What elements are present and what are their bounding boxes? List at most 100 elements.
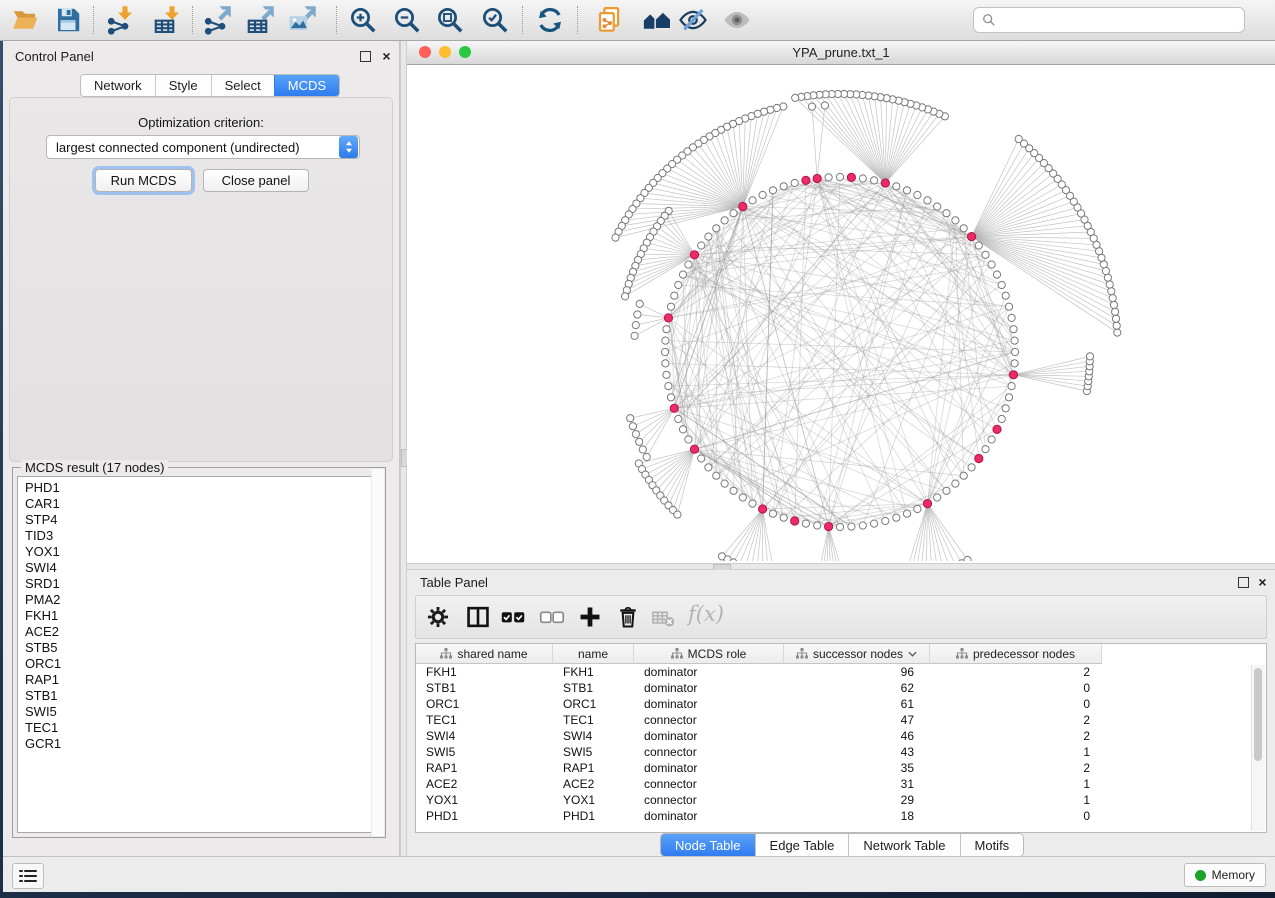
table-cell[interactable]: RAP1 xyxy=(553,760,634,776)
table-row[interactable]: ACE2ACE2connector311 xyxy=(416,776,1266,792)
table-cell[interactable]: SWI5 xyxy=(553,744,634,760)
table-cell[interactable]: 1 xyxy=(930,744,1102,760)
show-all-icon[interactable] xyxy=(722,5,752,35)
table-cell[interactable]: ACE2 xyxy=(416,776,553,792)
table-cell[interactable]: STB1 xyxy=(553,680,634,696)
mcds-result-list[interactable]: PHD1CAR1STP4TID3YOX1SWI4SRD1PMA2FKH1ACE2… xyxy=(17,476,381,833)
table-cell[interactable] xyxy=(1102,776,1266,792)
table-cell[interactable]: 62 xyxy=(784,680,930,696)
horizontal-splitter[interactable] xyxy=(407,563,1275,570)
table-cell[interactable]: 2 xyxy=(930,760,1102,776)
table-cell[interactable]: connector xyxy=(634,792,784,808)
zoom-in-icon[interactable] xyxy=(348,5,378,35)
column-header-shared-name[interactable]: shared name xyxy=(416,644,553,664)
zoom-selected-icon[interactable] xyxy=(480,5,510,35)
mcds-result-item[interactable]: ORC1 xyxy=(25,656,380,672)
table-cell[interactable]: dominator xyxy=(634,696,784,712)
mcds-result-item[interactable]: TEC1 xyxy=(25,720,380,736)
close-panel-icon[interactable]: × xyxy=(1257,577,1268,588)
export-image-icon[interactable] xyxy=(287,5,317,35)
table-cell[interactable]: ORC1 xyxy=(553,696,634,712)
column-header-predecessor-nodes[interactable]: predecessor nodes xyxy=(930,644,1102,664)
table-cell[interactable]: 1 xyxy=(930,776,1102,792)
table-cell[interactable]: 47 xyxy=(784,712,930,728)
table-cell[interactable]: 96 xyxy=(784,664,930,680)
table-cell[interactable]: 2 xyxy=(930,712,1102,728)
table-row[interactable]: TEC1TEC1connector472 xyxy=(416,712,1266,728)
table-row[interactable]: RAP1RAP1dominator352 xyxy=(416,760,1266,776)
table-cell[interactable]: 43 xyxy=(784,744,930,760)
close-panel-button[interactable]: Close panel xyxy=(203,169,309,192)
network-view-canvas[interactable] xyxy=(407,64,1273,561)
table-cell[interactable]: 1 xyxy=(930,792,1102,808)
mcds-result-item[interactable]: YOX1 xyxy=(25,544,380,560)
vertical-splitter[interactable] xyxy=(400,41,407,856)
table-cell[interactable]: ACE2 xyxy=(553,776,634,792)
export-table-icon[interactable] xyxy=(245,5,275,35)
scrollbar-thumb[interactable] xyxy=(1254,668,1262,761)
table-cell[interactable]: RAP1 xyxy=(416,760,553,776)
table-row[interactable]: PHD1PHD1dominator180 xyxy=(416,808,1266,824)
mcds-result-item[interactable]: STB5 xyxy=(25,640,380,656)
tab-network-table[interactable]: Network Table xyxy=(848,834,959,856)
import-table-icon[interactable] xyxy=(152,5,182,35)
table-cell[interactable] xyxy=(1102,664,1266,680)
float-window-icon[interactable] xyxy=(360,51,371,62)
hide-selected-icon[interactable] xyxy=(678,5,708,35)
table-cell[interactable]: dominator xyxy=(634,680,784,696)
tab-mcds[interactable]: MCDS xyxy=(274,75,339,96)
mcds-result-item[interactable]: SWI4 xyxy=(25,560,380,576)
table-cell[interactable] xyxy=(1102,760,1266,776)
mcds-result-item[interactable]: FKH1 xyxy=(25,608,380,624)
table-cell[interactable]: 31 xyxy=(784,776,930,792)
criterion-select[interactable]: largest connected component (undirected) xyxy=(46,135,360,159)
table-cell[interactable] xyxy=(1102,728,1266,744)
deselect-all-icon[interactable] xyxy=(539,604,565,630)
table-cell[interactable]: 0 xyxy=(930,680,1102,696)
table-cell[interactable]: FKH1 xyxy=(553,664,634,680)
select-all-icon[interactable] xyxy=(500,604,526,630)
mcds-result-item[interactable]: TID3 xyxy=(25,528,380,544)
table-cell[interactable] xyxy=(1102,712,1266,728)
column-header-name[interactable]: name xyxy=(553,644,634,664)
table-cell[interactable]: 0 xyxy=(930,808,1102,824)
table-cell[interactable] xyxy=(1102,792,1266,808)
network-window-titlebar[interactable]: YPA_prune.txt_1 xyxy=(407,41,1275,65)
import-network-icon[interactable] xyxy=(105,5,135,35)
mcds-result-item[interactable]: STP4 xyxy=(25,512,380,528)
table-scrollbar[interactable] xyxy=(1251,665,1265,831)
task-history-button[interactable] xyxy=(12,863,44,889)
export-network-icon[interactable] xyxy=(202,5,232,35)
toggle-panes-icon[interactable] xyxy=(465,604,491,630)
run-mcds-button[interactable]: Run MCDS xyxy=(95,169,192,192)
add-column-icon[interactable] xyxy=(577,604,603,630)
table-cell[interactable]: dominator xyxy=(634,760,784,776)
table-cell[interactable]: TEC1 xyxy=(553,712,634,728)
mcds-result-item[interactable]: STB1 xyxy=(25,688,380,704)
float-window-icon[interactable] xyxy=(1238,577,1249,588)
mcds-result-item[interactable]: ACE2 xyxy=(25,624,380,640)
table-row[interactable]: SWI5SWI5connector431 xyxy=(416,744,1266,760)
mcds-result-item[interactable]: PMA2 xyxy=(25,592,380,608)
table-cell[interactable]: 46 xyxy=(784,728,930,744)
table-cell[interactable] xyxy=(1102,680,1266,696)
settings-gear-icon[interactable] xyxy=(425,604,451,630)
table-cell[interactable]: YOX1 xyxy=(416,792,553,808)
table-cell[interactable]: connector xyxy=(634,712,784,728)
table-cell[interactable]: 29 xyxy=(784,792,930,808)
table-row[interactable]: ORC1ORC1dominator610 xyxy=(416,696,1266,712)
table-cell[interactable]: TEC1 xyxy=(416,712,553,728)
table-cell[interactable] xyxy=(1102,744,1266,760)
table-cell[interactable]: SWI4 xyxy=(416,728,553,744)
delete-columns-icon[interactable] xyxy=(615,604,641,630)
table-cell[interactable]: PHD1 xyxy=(416,808,553,824)
table-cell[interactable]: dominator xyxy=(634,664,784,680)
table-cell[interactable] xyxy=(1102,808,1266,824)
table-cell[interactable]: SWI4 xyxy=(553,728,634,744)
tab-network[interactable]: Network xyxy=(81,75,155,96)
tab-motifs[interactable]: Motifs xyxy=(960,834,1024,856)
tab-node-table[interactable]: Node Table xyxy=(661,834,755,856)
table-cell[interactable]: 18 xyxy=(784,808,930,824)
table-cell[interactable]: 2 xyxy=(930,728,1102,744)
table-row[interactable]: SWI4SWI4dominator462 xyxy=(416,728,1266,744)
